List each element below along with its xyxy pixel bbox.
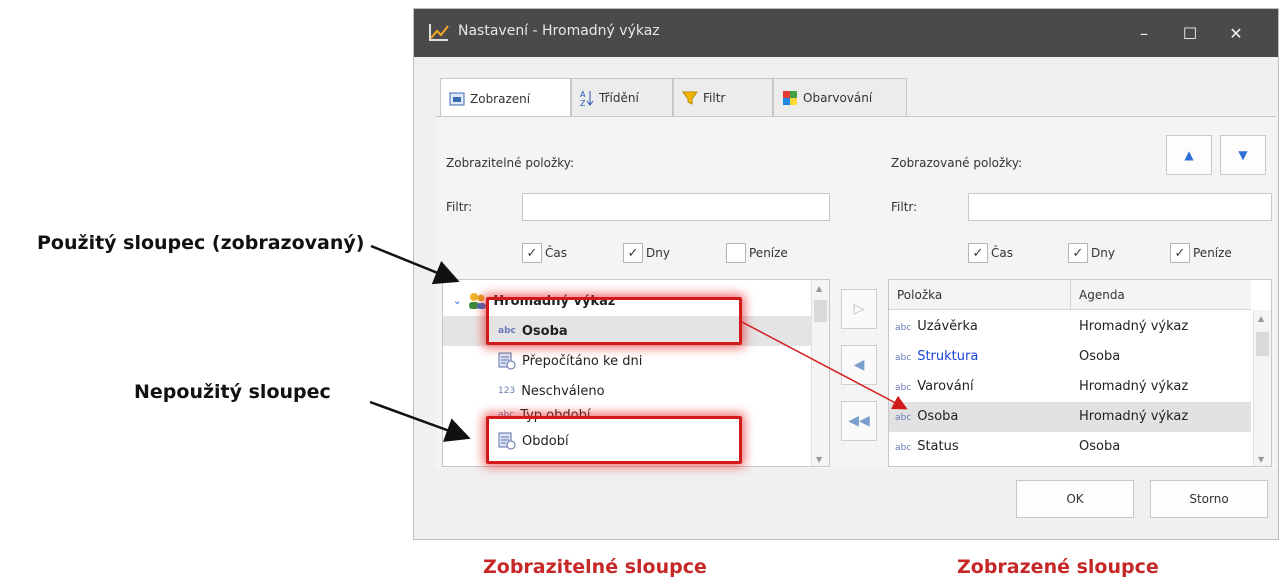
arrow-used-column (370, 244, 460, 285)
arrow-move-to-displayed (741, 321, 908, 410)
arrow-unused-column (369, 400, 471, 442)
annotation-arrows (369, 244, 908, 442)
